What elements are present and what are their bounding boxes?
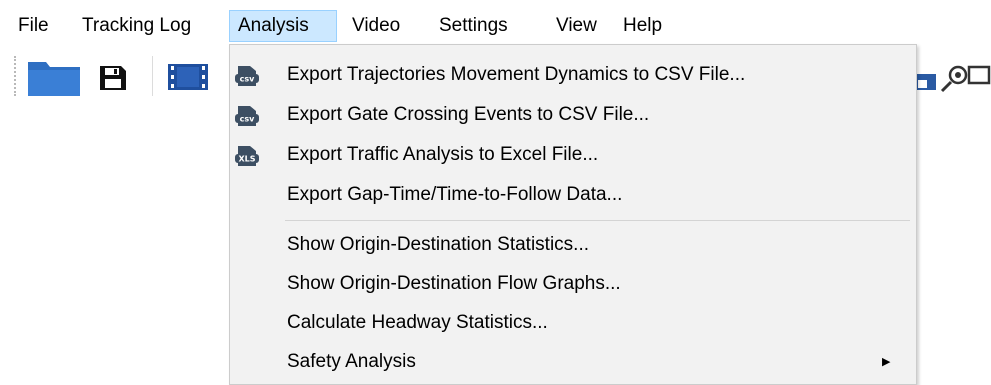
toolbar-separator <box>152 56 153 96</box>
menu-item-od-statistics[interactable]: Show Origin-Destination Statistics... <box>230 228 916 262</box>
menu-analysis[interactable]: Analysis <box>229 10 337 42</box>
menu-view[interactable]: View <box>548 10 605 42</box>
menu-file[interactable]: File <box>10 10 57 42</box>
menu-item-label: Export Gate Crossing Events to CSV File.… <box>287 104 650 125</box>
menu-item-export-gate-crossing[interactable]: csv Export Gate Crossing Events to CSV F… <box>230 98 916 132</box>
zoom-button[interactable] <box>940 64 991 94</box>
menu-item-label: Export Trajectories Movement Dynamics to… <box>287 64 746 85</box>
xls-file-icon: XLS <box>235 146 259 166</box>
menu-item-label: Export Traffic Analysis to Excel File... <box>287 144 599 165</box>
partial-icon <box>916 74 936 90</box>
menu-item-label: Safety Analysis <box>287 351 416 372</box>
menu-item-label: Export Gap-Time/Time-to-Follow Data... <box>287 184 623 205</box>
menu-item-export-gap-time[interactable]: Export Gap-Time/Time-to-Follow Data... <box>230 178 916 212</box>
menu-item-label: Show Origin-Destination Statistics... <box>287 234 590 255</box>
menu-item-headway-statistics[interactable]: Calculate Headway Statistics... <box>230 306 916 340</box>
toolbar-grip[interactable] <box>14 56 22 96</box>
save-icon <box>100 66 126 90</box>
menu-separator <box>285 220 910 221</box>
menu-item-label: Show Origin-Destination Flow Graphs... <box>287 273 621 294</box>
folder-open-icon <box>28 62 80 96</box>
submenu-arrow-icon: ▶ <box>882 356 891 368</box>
menu-item-export-trajectories[interactable]: csv Export Trajectories Movement Dynamic… <box>230 58 916 92</box>
save-button[interactable] <box>98 64 128 92</box>
menu-video[interactable]: Video <box>344 10 408 42</box>
zoom-icon <box>940 65 991 93</box>
csv-file-icon: csv <box>235 66 259 86</box>
svg-text:XLS: XLS <box>238 155 255 164</box>
menu-item-od-flow-graphs[interactable]: Show Origin-Destination Flow Graphs... <box>230 267 916 301</box>
app-window: File Tracking Log Analysis Video Setting… <box>0 0 991 385</box>
menu-item-label: Calculate Headway Statistics... <box>287 312 548 333</box>
menu-bar: File Tracking Log Analysis Video Setting… <box>0 0 991 44</box>
csv-file-icon: csv <box>235 106 259 126</box>
svg-text:csv: csv <box>240 115 256 124</box>
menu-item-export-traffic-analysis[interactable]: XLS Export Traffic Analysis to Excel Fil… <box>230 138 916 172</box>
video-film-icon <box>168 64 208 90</box>
menu-tracking-log[interactable]: Tracking Log <box>74 10 199 42</box>
menu-settings[interactable]: Settings <box>431 10 516 42</box>
toolbar-button-partial[interactable] <box>916 68 938 92</box>
menu-item-safety-analysis[interactable]: Safety Analysis ▶ <box>230 345 916 379</box>
video-button[interactable] <box>168 62 208 92</box>
svg-text:csv: csv <box>240 75 256 84</box>
open-button[interactable] <box>26 56 82 98</box>
analysis-dropdown-menu: csv Export Trajectories Movement Dynamic… <box>229 44 917 385</box>
menu-help[interactable]: Help <box>615 10 670 42</box>
